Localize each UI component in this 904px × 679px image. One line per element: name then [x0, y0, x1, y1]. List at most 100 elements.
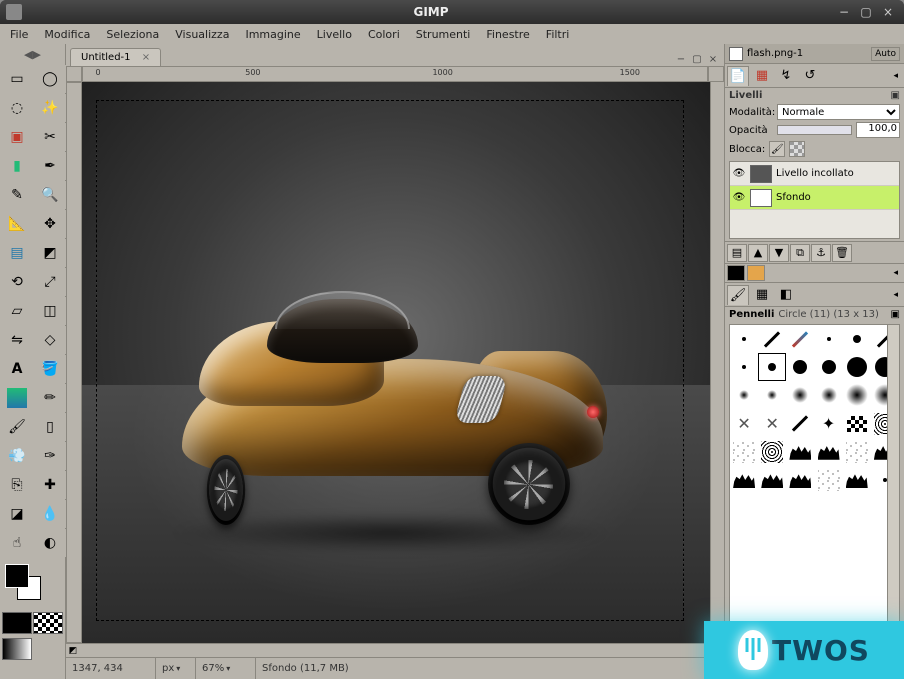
document-tab[interactable]: Untitled-1 × [70, 48, 161, 66]
opacity-slider[interactable] [777, 125, 852, 135]
tool-paintbrush[interactable]: 🖌 [1, 413, 33, 441]
patterns-tab-icon[interactable]: ▦ [751, 285, 773, 305]
brush-item[interactable] [758, 466, 786, 494]
undo-tab-icon[interactable]: ↺ [799, 66, 821, 86]
tool-color-picker[interactable]: ✎ [1, 181, 33, 209]
unit-selector[interactable]: px▾ [156, 658, 196, 679]
brush-item[interactable] [758, 325, 786, 353]
ruler-origin[interactable] [66, 66, 82, 82]
brush-item[interactable] [730, 381, 758, 409]
tool-cage[interactable]: ◇ [34, 326, 66, 354]
delete-layer-button[interactable]: 🗑 [832, 244, 852, 262]
tool-pencil[interactable]: ✏ [34, 384, 66, 412]
lock-alpha-toggle[interactable] [789, 141, 805, 157]
brush-item[interactable] [758, 410, 786, 438]
channels-tab-icon[interactable]: ▦ [751, 66, 773, 86]
brush-item[interactable] [730, 466, 758, 494]
brush-item[interactable] [843, 410, 871, 438]
tool-free-select[interactable]: ◌ [1, 94, 33, 122]
brush-item[interactable] [843, 438, 871, 466]
tool-clone[interactable]: ⎘ [1, 471, 33, 499]
active-brush-preview[interactable] [2, 612, 32, 634]
tool-rect-select[interactable]: ▭ [1, 65, 33, 93]
lock-pixels-toggle[interactable]: 🖌 [769, 141, 785, 157]
tool-measure[interactable]: 📐 [1, 210, 33, 238]
brush-item[interactable] [814, 466, 842, 494]
gradients-tab-icon[interactable]: ◧ [775, 285, 797, 305]
visibility-icon[interactable]: 👁 [732, 168, 746, 179]
fg-swatch-tab[interactable] [727, 265, 745, 281]
image-selector[interactable]: flash.png-1 Auto [725, 44, 904, 64]
anchor-layer-button[interactable]: ⚓ [811, 244, 831, 262]
tool-paths[interactable]: ✒ [34, 152, 66, 180]
brushes-panel-menu-icon[interactable]: ▣ [891, 309, 900, 320]
ruler-vertical[interactable] [66, 82, 82, 643]
color-swatches[interactable] [3, 564, 62, 604]
menu-windows[interactable]: Finestre [480, 26, 535, 43]
toolbox-handle-icon[interactable]: ◀▶ [0, 44, 65, 64]
tool-smudge[interactable]: ☝ [1, 529, 33, 557]
menu-filters[interactable]: Filtri [540, 26, 576, 43]
brush-item[interactable] [730, 438, 758, 466]
maximize-button[interactable]: ▢ [856, 4, 876, 20]
raise-layer-button[interactable]: ▲ [748, 244, 768, 262]
tool-rotate[interactable]: ⟲ [1, 268, 33, 296]
brush-item[interactable] [786, 466, 814, 494]
brush-item-selected[interactable] [758, 353, 786, 381]
new-layer-button[interactable]: ▤ [727, 244, 747, 262]
quick-mask-icon[interactable]: ◩ [66, 644, 80, 658]
tool-dodge[interactable]: ◐ [34, 529, 66, 557]
tool-shear[interactable]: ▱ [1, 297, 33, 325]
bg-swatch-tab[interactable] [747, 265, 765, 281]
brush-item[interactable] [843, 381, 871, 409]
tool-blur[interactable]: 💧 [34, 500, 66, 528]
brush-item[interactable] [786, 353, 814, 381]
canvas[interactable] [82, 82, 710, 643]
brush-item[interactable] [843, 353, 871, 381]
menu-select[interactable]: Seleziona [100, 26, 165, 43]
auto-button[interactable]: Auto [871, 47, 900, 61]
brush-item[interactable] [786, 325, 814, 353]
layer-name[interactable]: Sfondo [776, 192, 897, 203]
tool-scale[interactable]: ⤢ [34, 268, 66, 296]
doc-minimize-icon[interactable]: − [674, 52, 688, 66]
tool-ellipse-select[interactable]: ◯ [34, 65, 66, 93]
brush-item[interactable] [758, 381, 786, 409]
scrollbar-vertical[interactable] [710, 82, 724, 643]
fg-color-swatch[interactable] [5, 564, 29, 588]
active-gradient-preview[interactable] [2, 638, 32, 660]
brush-item[interactable] [786, 410, 814, 438]
tool-foreground[interactable]: ▮ [1, 152, 33, 180]
tool-move[interactable]: ✥ [34, 210, 66, 238]
tool-text[interactable]: A [1, 355, 33, 383]
brush-item[interactable] [814, 410, 842, 438]
brush-item[interactable] [758, 438, 786, 466]
tool-fuzzy-select[interactable]: ✨ [34, 94, 66, 122]
brushes-tab-icon[interactable]: 🖌 [727, 285, 749, 305]
layer-row[interactable]: 👁 Sfondo [730, 186, 899, 210]
doc-close-icon[interactable]: × [706, 52, 720, 66]
tool-crop[interactable]: ◩ [34, 239, 66, 267]
brush-item[interactable] [814, 381, 842, 409]
tool-blend[interactable]: ▮ [1, 384, 33, 412]
menu-tools[interactable]: Strumenti [410, 26, 477, 43]
tool-align[interactable]: ▤ [1, 239, 33, 267]
tool-airbrush[interactable]: 💨 [1, 442, 33, 470]
tool-eraser[interactable]: ▯ [34, 413, 66, 441]
brush-item[interactable] [814, 353, 842, 381]
lower-layer-button[interactable]: ▼ [769, 244, 789, 262]
minimize-button[interactable]: − [834, 4, 854, 20]
active-pattern-preview[interactable] [33, 612, 63, 634]
tool-bucket[interactable]: 🪣 [34, 355, 66, 383]
brushes-dock-menu-icon[interactable]: ◂ [889, 290, 902, 300]
tool-zoom[interactable]: 🔍 [34, 181, 66, 209]
menu-edit[interactable]: Modifica [38, 26, 96, 43]
close-tab-icon[interactable]: × [142, 52, 150, 63]
brush-item[interactable] [730, 353, 758, 381]
tool-heal[interactable]: ✚ [34, 471, 66, 499]
middle-dock-menu-icon[interactable]: ◂ [889, 268, 902, 278]
brush-item[interactable] [843, 325, 871, 353]
zoom-selector[interactable]: 67%▾ [196, 658, 256, 679]
brush-item[interactable] [786, 381, 814, 409]
tool-scissors[interactable]: ✂ [34, 123, 66, 151]
